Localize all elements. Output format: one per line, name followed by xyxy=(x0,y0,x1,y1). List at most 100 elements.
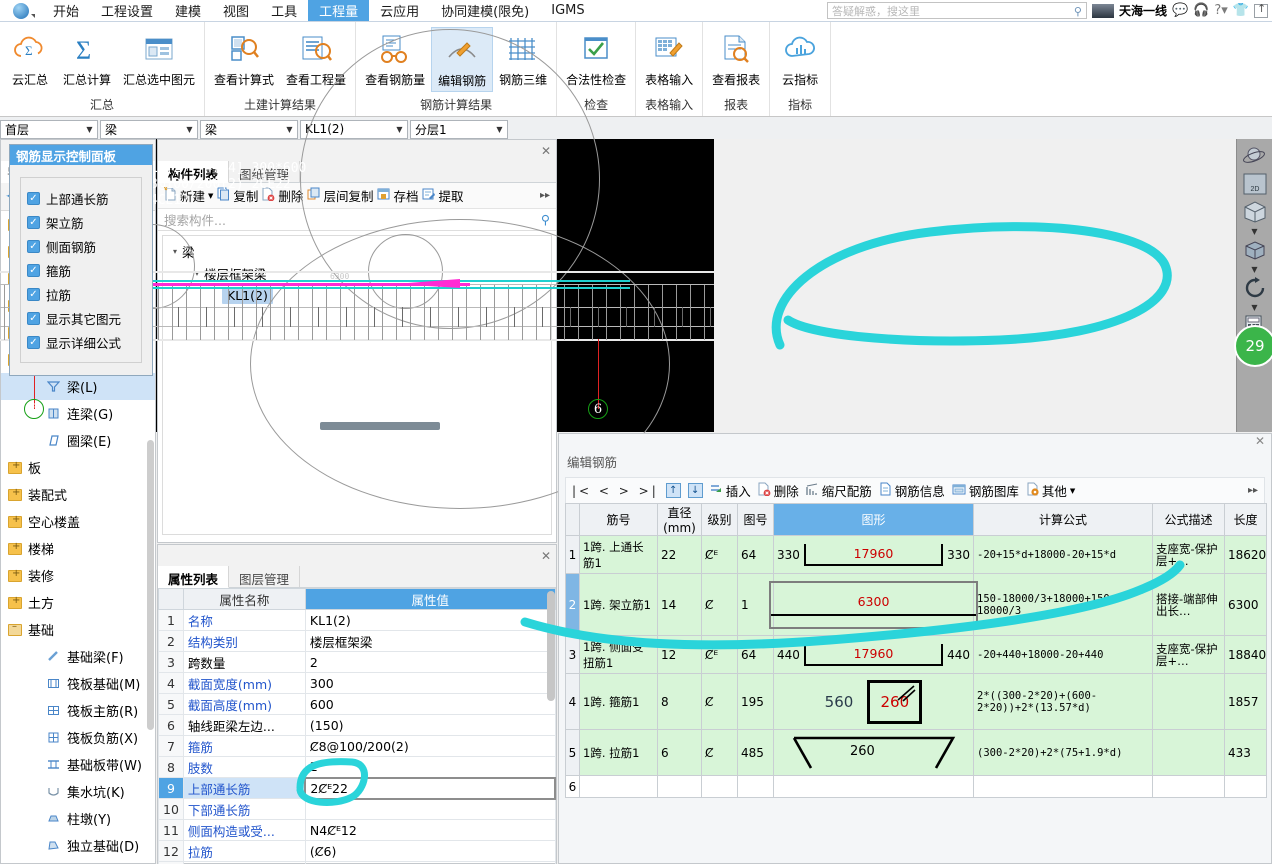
nav-item-20[interactable]: 基础板带(W) xyxy=(1,751,155,778)
quick-search-input[interactable]: 答疑解惑，搜这里 ⚲ xyxy=(826,2,1087,19)
ribbon-button-sigma[interactable]: Σ 汇总计算 xyxy=(57,27,117,90)
checkbox-checked-icon[interactable]: ✓ xyxy=(27,191,40,205)
rebar-option-2[interactable]: ✓ 侧面钢筋 xyxy=(27,234,135,258)
ribbon-tab-0[interactable]: 开始 xyxy=(42,0,90,21)
rebar-header-3[interactable]: 级别 xyxy=(701,503,738,536)
folder-collapsed-icon[interactable] xyxy=(8,595,22,609)
ribbon-button-table-calc[interactable]: 汇总选中图元 xyxy=(117,27,201,90)
record-nav-buttons[interactable]: |< < > >| xyxy=(572,484,659,498)
rebar-row-shape[interactable]: 6300 xyxy=(769,573,978,636)
rebar-row-name[interactable]: 1跨. 上通长筋1 xyxy=(579,535,658,574)
checkbox-checked-icon[interactable]: ✓ xyxy=(27,335,40,349)
rebar-header-2[interactable]: 直径(mm) xyxy=(657,503,702,536)
nav-item-23[interactable]: 独立基础(D) xyxy=(1,832,155,859)
ribbon-tab-2[interactable]: 建模 xyxy=(164,0,212,21)
edit-rebar-toolbar-rebar-info[interactable]: 钢筋信息 xyxy=(879,481,945,500)
rebar-row-grade[interactable]: Ȼ xyxy=(701,673,738,730)
checkbox-checked-icon[interactable]: ✓ xyxy=(27,263,40,277)
ribbon-tab-1[interactable]: 工程设置 xyxy=(90,0,164,21)
rebar-option-1[interactable]: ✓ 架立筋 xyxy=(27,210,135,234)
rebar-header-8[interactable]: 长度 xyxy=(1224,503,1267,536)
property-row-value[interactable]: 600 xyxy=(304,693,556,715)
rebar-table-row[interactable]: 4 1跨. 箍筋1 8 Ȼ 195 560 260 2*((300-2*20)+(600-2*… xyxy=(565,673,1267,730)
nav-item-10[interactable]: 装配式 xyxy=(1,481,155,508)
property-row-value[interactable] xyxy=(304,798,556,820)
category-select[interactable]: 梁 ▼ xyxy=(100,119,198,139)
rebar-row-desc[interactable] xyxy=(1152,775,1225,798)
folder-collapsed-icon[interactable] xyxy=(8,568,22,582)
edit-rebar-toolbar-other[interactable]: 其他 ▼ xyxy=(1026,481,1075,500)
edit-rebar-close-icon[interactable]: ✕ xyxy=(559,434,1271,450)
rebar-header-6[interactable]: 计算公式 xyxy=(973,503,1153,536)
property-row-value[interactable]: 2Ȼᴱ22 xyxy=(304,776,556,800)
rebar-header-5[interactable]: 图形 xyxy=(773,503,974,536)
ribbon-tab-6[interactable]: 云应用 xyxy=(369,0,430,21)
chevron-double-right-icon[interactable]: ▸▸ xyxy=(1248,485,1258,496)
nav-item-6[interactable]: 梁(L) xyxy=(1,373,155,400)
rebar-option-4[interactable]: ✓ 拉筋 xyxy=(27,282,135,306)
avatar[interactable] xyxy=(1091,3,1114,18)
rebar-table-row[interactable]: 3 1跨. 侧面受扭筋1 12 Ȼᴱ 64 440 17960 440 -20+440+1800… xyxy=(565,635,1267,674)
ribbon-tab-3[interactable]: 视图 xyxy=(212,0,260,21)
edit-rebar-toolbar-delete-row[interactable]: 删除 xyxy=(758,481,799,500)
rebar-row-desc[interactable] xyxy=(1152,673,1225,730)
rebar-row-grade[interactable]: Ȼᴱ xyxy=(701,535,738,574)
property-row-value[interactable]: 2 xyxy=(304,651,556,673)
rebar-row-shape[interactable]: 260 xyxy=(773,729,974,776)
rebar-row-grade[interactable] xyxy=(701,775,738,798)
property-row[interactable]: 10 下部通长筋 xyxy=(158,798,556,820)
headset-icon[interactable]: 🎧 xyxy=(1193,3,1209,18)
rebar-row-formula[interactable]: -20+440+18000-20+440 xyxy=(973,635,1153,674)
ribbon-button-report[interactable]: 查看报表 xyxy=(706,27,766,90)
type-select[interactable]: 梁 ▼ xyxy=(200,119,298,139)
rebar-row-grade[interactable]: Ȼᴱ xyxy=(701,635,738,674)
rebar-row-figure-no[interactable]: 195 xyxy=(737,673,774,730)
ribbon-tab-4[interactable]: 工具 xyxy=(260,0,308,21)
rebar-row-diameter[interactable]: 22 xyxy=(657,535,702,574)
folder-collapsed-icon[interactable] xyxy=(8,460,22,474)
checkbox-checked-icon[interactable]: ✓ xyxy=(27,215,40,229)
rebar-row-shape[interactable]: 560 260 xyxy=(773,673,974,730)
rebar-row-name[interactable]: 1跨. 侧面受扭筋1 xyxy=(579,635,658,674)
app-logo-button[interactable] xyxy=(0,0,42,21)
checkbox-checked-icon[interactable]: ✓ xyxy=(27,239,40,253)
rebar-row-figure-no[interactable]: 64 xyxy=(737,535,774,574)
message-icon[interactable]: 💬 xyxy=(1172,3,1188,18)
rebar-table-row[interactable]: 5 1跨. 拉筋1 6 Ȼ 485 260 (300-2*20)+2*(75+1.9*d) 4… xyxy=(565,729,1267,776)
rebar-table-row[interactable]: 6 xyxy=(565,775,1267,798)
property-row-value[interactable]: 2 xyxy=(304,756,556,778)
nav-item-18[interactable]: 筏板主筋(R) xyxy=(1,697,155,724)
property-row-value[interactable]: Ȼ8@100/200(2) xyxy=(304,735,556,757)
rebar-row-desc[interactable]: 支座宽-保护层+… xyxy=(1152,535,1225,574)
property-row-value[interactable]: KL1(2) xyxy=(304,609,556,631)
ribbon-button-table-input[interactable]: 表格输入 xyxy=(639,27,699,90)
property-scrollbar[interactable] xyxy=(547,591,555,701)
property-row-value[interactable]: N4Ȼᴱ12 xyxy=(304,819,556,841)
rebar-row-grade[interactable]: Ȼ xyxy=(701,729,738,776)
rebar-option-0[interactable]: ✓ 上部通长筋 xyxy=(27,186,135,210)
rebar-row-desc[interactable]: 搭接-端部伸出长… xyxy=(1152,573,1225,636)
property-row-value[interactable]: (Ȼ6) xyxy=(304,840,556,862)
edit-rebar-toolbar-scale-rebar[interactable]: 缩尺配筋 xyxy=(806,481,872,500)
rebar-option-5[interactable]: ✓ 显示其它图元 xyxy=(27,306,135,330)
rebar-table-row[interactable]: 2 1跨. 架立筋1 14 Ȼ 1 6300 150-18000/3+18000+150-1… xyxy=(565,573,1267,636)
folder-collapsed-icon[interactable] xyxy=(8,541,22,555)
rebar-row-figure-no[interactable] xyxy=(737,775,774,798)
nav-item-13[interactable]: 装修 xyxy=(1,562,155,589)
rebar-table-row[interactable]: 1 1跨. 上通长筋1 22 Ȼᴱ 64 330 17960 330 -20+15*d+1800… xyxy=(565,535,1267,574)
chevron-down-icon[interactable]: ▼ xyxy=(1070,487,1075,495)
nav-scrollbar[interactable] xyxy=(147,440,154,730)
nav-item-15[interactable]: 基础 xyxy=(1,616,155,643)
rebar-row-shape[interactable]: 440 17960 440 xyxy=(773,635,974,674)
rebar-row-length[interactable]: 18620 xyxy=(1224,535,1267,574)
ribbon-button-cloud-sigma[interactable]: Σ 云汇总 xyxy=(3,27,57,90)
ribbon-button-view-formula[interactable]: 查看计算式 xyxy=(208,27,280,90)
rebar-row-diameter[interactable]: 14 xyxy=(657,573,702,636)
nav-item-11[interactable]: 空心楼盖 xyxy=(1,508,155,535)
floor-select[interactable]: 首层 ▼ xyxy=(0,119,98,139)
rebar-row-name[interactable]: 1跨. 架立筋1 xyxy=(579,573,658,636)
property-row[interactable]: 8 肢数 2 xyxy=(158,756,556,778)
close-icon[interactable]: ✕ xyxy=(541,549,551,563)
rebar-row-shape[interactable]: 330 17960 330 xyxy=(773,535,974,574)
property-row[interactable]: 7 箍筋 Ȼ8@100/200(2) xyxy=(158,735,556,757)
